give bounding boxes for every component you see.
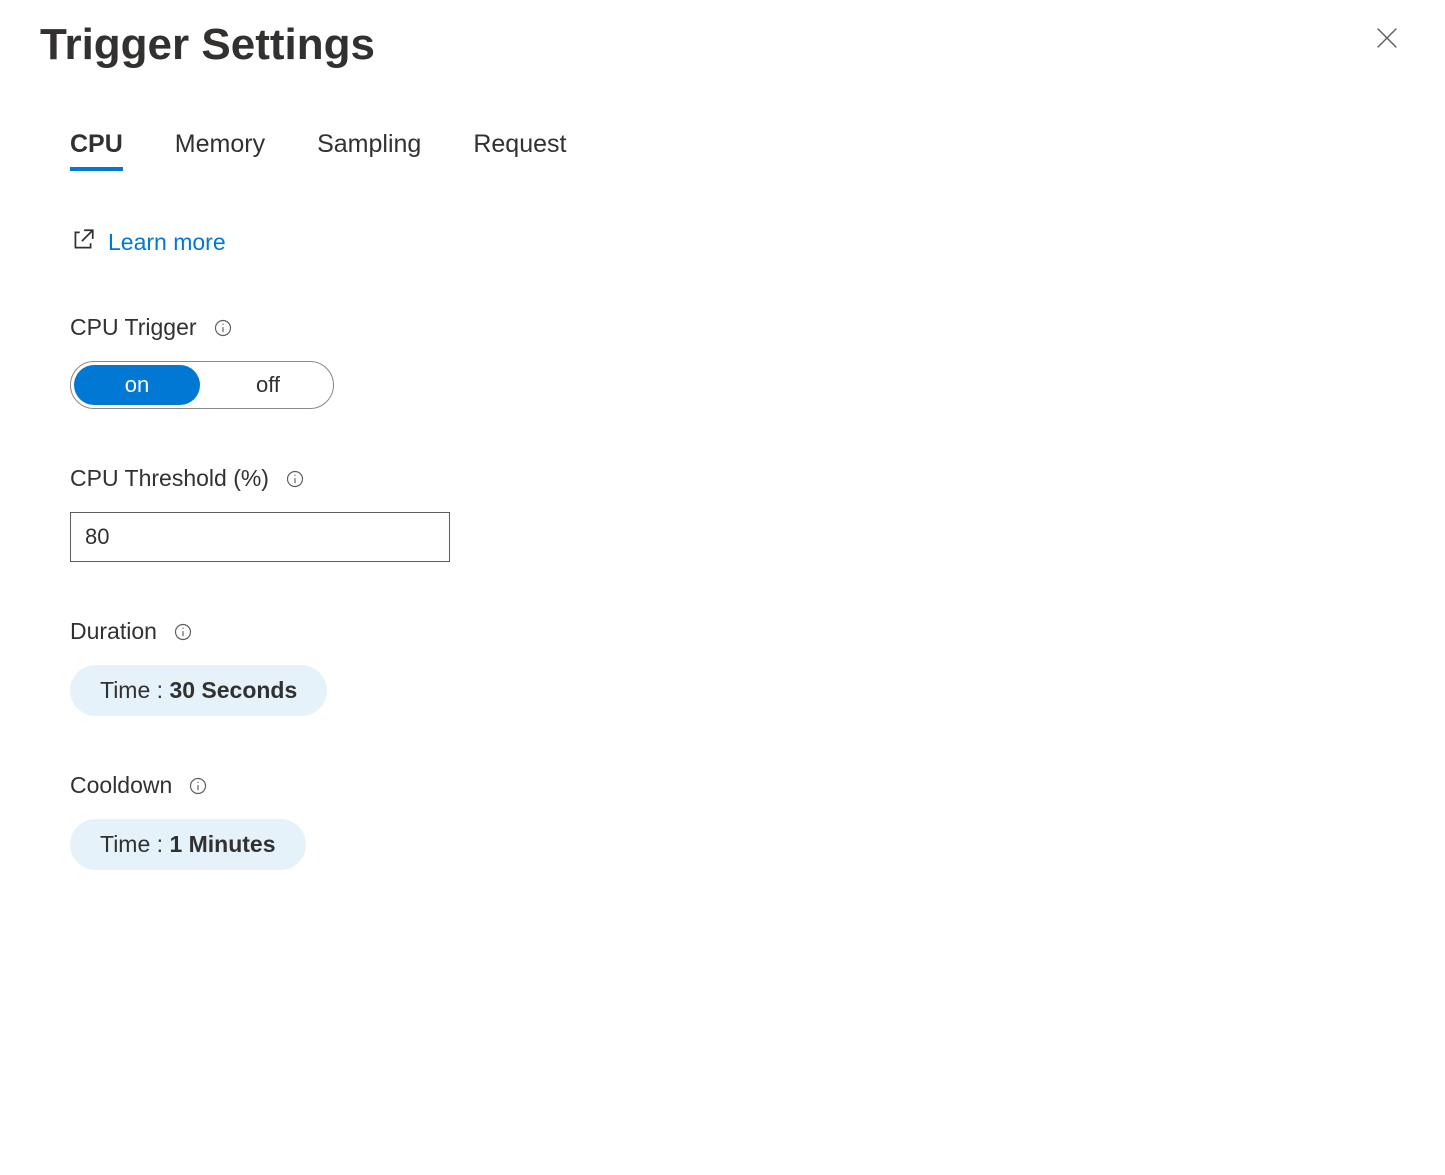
learn-more-link[interactable]: Learn more — [70, 227, 226, 258]
cooldown-label: Cooldown — [70, 772, 172, 799]
cooldown-label-row: Cooldown — [70, 772, 1405, 799]
duration-pill[interactable]: Time : 30 Seconds — [70, 665, 327, 716]
page-title: Trigger Settings — [40, 20, 375, 70]
tabs: CPU Memory Sampling Request — [70, 130, 1405, 171]
tab-sampling[interactable]: Sampling — [317, 130, 421, 171]
info-icon[interactable] — [285, 469, 305, 489]
cpu-trigger-label: CPU Trigger — [70, 314, 197, 341]
tab-request[interactable]: Request — [473, 130, 566, 171]
cooldown-pill-value: 1 Minutes — [169, 831, 275, 858]
duration-label-row: Duration — [70, 618, 1405, 645]
info-icon[interactable] — [188, 776, 208, 796]
close-icon — [1373, 24, 1401, 52]
trigger-settings-panel: Trigger Settings CPU Memory Sampling Req… — [0, 0, 1445, 1175]
external-link-icon — [70, 227, 96, 258]
info-icon[interactable] — [173, 622, 193, 642]
tab-memory[interactable]: Memory — [175, 130, 265, 171]
cooldown-pill[interactable]: Time : 1 Minutes — [70, 819, 306, 870]
cpu-trigger-toggle[interactable]: on off — [70, 361, 334, 409]
cpu-threshold-label-row: CPU Threshold (%) — [70, 465, 1405, 492]
learn-more-label: Learn more — [108, 229, 226, 256]
duration-field: Duration Time : 30 Seconds — [70, 618, 1405, 716]
cpu-threshold-field: CPU Threshold (%) — [70, 465, 1405, 562]
cpu-threshold-label: CPU Threshold (%) — [70, 465, 269, 492]
duration-label: Duration — [70, 618, 157, 645]
tab-cpu[interactable]: CPU — [70, 130, 123, 171]
panel-header: Trigger Settings — [40, 20, 1405, 70]
toggle-off: off — [203, 362, 333, 408]
cooldown-pill-prefix: Time : — [100, 831, 169, 858]
toggle-on: on — [74, 365, 200, 405]
duration-pill-value: 30 Seconds — [169, 677, 297, 704]
info-icon[interactable] — [213, 318, 233, 338]
close-button[interactable] — [1369, 20, 1405, 56]
cpu-trigger-field: CPU Trigger on off — [70, 314, 1405, 409]
cooldown-field: Cooldown Time : 1 Minutes — [70, 772, 1405, 870]
cpu-threshold-input[interactable] — [70, 512, 450, 562]
panel-content: CPU Memory Sampling Request Learn more C… — [40, 130, 1405, 870]
duration-pill-prefix: Time : — [100, 677, 169, 704]
cpu-trigger-label-row: CPU Trigger — [70, 314, 1405, 341]
